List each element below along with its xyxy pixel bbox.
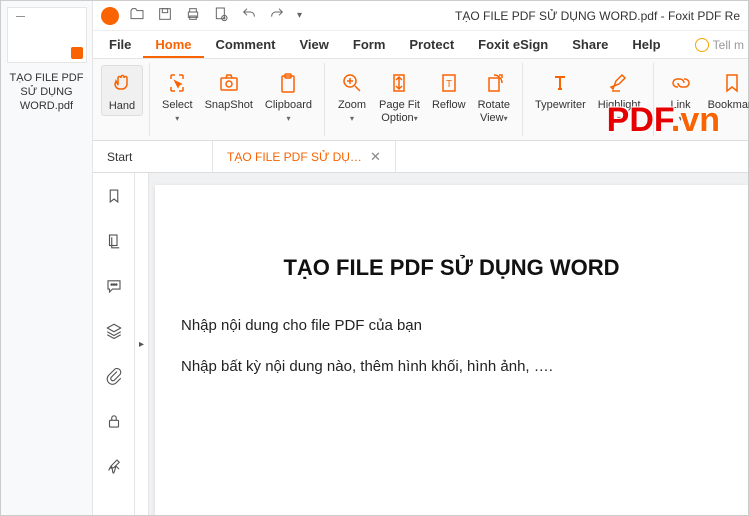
thumbnail-panel: ▬▬▬ TẠO FILE PDF SỬ DỤNG WORD.pdf	[1, 1, 93, 515]
undo-icon[interactable]	[241, 6, 257, 26]
rotate-view-button[interactable]: RotateView▾	[472, 65, 516, 127]
chevron-down-icon: ▾	[350, 114, 354, 123]
hand-label: Hand	[109, 100, 135, 113]
page-fit-icon	[387, 69, 411, 97]
hand-icon	[110, 70, 134, 98]
tab-start[interactable]: Start	[93, 141, 213, 172]
comments-icon[interactable]	[105, 277, 123, 300]
typewriter-icon	[548, 69, 572, 97]
snapshot-label: SnapShot	[205, 99, 253, 112]
window-title: TẠO FILE PDF SỬ DỤNG WORD.pdf - Foxit PD…	[455, 9, 740, 23]
pages-icon[interactable]	[105, 232, 123, 255]
menu-esign[interactable]: Foxit eSign	[466, 33, 560, 56]
menu-view[interactable]: View	[287, 33, 340, 56]
redo-icon[interactable]	[269, 6, 285, 26]
page-fit-label-2: Option	[381, 112, 413, 124]
rotate-label-2: View	[480, 112, 504, 124]
clipboard-button[interactable]: Clipboard ▾	[259, 65, 318, 127]
bookmark-label: Bookmark	[708, 99, 749, 112]
reflow-button[interactable]: T Reflow	[426, 65, 472, 114]
document-line-1: Nhập nội dung cho file PDF của bạn	[181, 317, 722, 334]
rotate-icon	[482, 69, 506, 97]
highlight-button[interactable]: Highlight ▾	[592, 65, 647, 127]
menu-bar: File Home Comment View Form Protect Foxi…	[93, 31, 748, 59]
zoom-label: Zoom	[338, 99, 366, 111]
rail-expand-button[interactable]: ▸	[135, 173, 149, 515]
highlight-label: Highlight	[598, 99, 641, 111]
menu-comment[interactable]: Comment	[204, 33, 288, 56]
menu-home[interactable]: Home	[143, 33, 203, 58]
document-thumbnail[interactable]: ▬▬▬	[7, 7, 87, 63]
ribbon: Hand Select ▾ SnapShot Clipboard ▾ Zoom ▾	[93, 59, 748, 141]
clipboard-icon	[276, 69, 300, 97]
chevron-down-icon: ▾	[679, 114, 683, 123]
title-bar: ▾ TẠO FILE PDF SỬ DỤNG WORD.pdf - Foxit …	[93, 1, 748, 31]
highlight-icon	[607, 69, 631, 97]
typewriter-button[interactable]: Typewriter	[529, 65, 592, 114]
save-icon[interactable]	[157, 6, 173, 26]
reflow-icon: T	[437, 69, 461, 97]
svg-text:T: T	[446, 79, 452, 90]
tab-document-label: TẠO FILE PDF SỬ DỤ…	[227, 150, 362, 164]
chevron-down-icon: ▾	[617, 114, 621, 123]
menu-file[interactable]: File	[97, 33, 143, 56]
select-icon	[165, 69, 189, 97]
bookmark-nav-icon	[720, 69, 744, 97]
chevron-down-icon: ▾	[504, 114, 508, 123]
tab-start-label: Start	[107, 150, 132, 164]
link-button[interactable]: Link ▾	[660, 65, 702, 127]
open-icon[interactable]	[129, 6, 145, 26]
snapshot-icon	[217, 69, 241, 97]
document-line-2: Nhập bất kỳ nội dung nào, thêm hình khối…	[181, 358, 722, 375]
link-label: Link	[670, 99, 690, 111]
tell-me-label: Tell m	[713, 38, 744, 52]
bulb-icon	[695, 38, 709, 52]
link-icon	[669, 69, 693, 97]
main-column: ▾ TẠO FILE PDF SỬ DỤNG WORD.pdf - Foxit …	[93, 1, 748, 515]
tell-me-search[interactable]: Tell m	[695, 38, 744, 52]
signatures-icon[interactable]	[105, 457, 123, 480]
bookmark-icon[interactable]	[105, 187, 123, 210]
add-page-icon[interactable]	[213, 6, 229, 26]
thumbnail-preview-text: ▬▬▬	[16, 14, 25, 18]
page-fit-label-1: Page Fit	[379, 99, 420, 111]
quick-access-toolbar: ▾	[129, 6, 302, 26]
rotate-label-1: Rotate	[478, 99, 510, 111]
thumbnail-label: TẠO FILE PDF SỬ DỤNG WORD.pdf	[7, 69, 86, 115]
page-viewport[interactable]: TẠO FILE PDF SỬ DỤNG WORD Nhập nội dung …	[149, 173, 748, 515]
toolbar-dropdown-icon[interactable]: ▾	[297, 10, 302, 21]
document-tab-row: Start TẠO FILE PDF SỬ DỤ… ✕	[93, 141, 748, 173]
close-icon[interactable]: ✕	[370, 149, 381, 165]
page: TẠO FILE PDF SỬ DỤNG WORD Nhập nội dung …	[155, 185, 748, 515]
snapshot-button[interactable]: SnapShot	[199, 65, 259, 114]
select-label: Select	[162, 99, 193, 111]
security-icon[interactable]	[105, 412, 123, 435]
menu-protect[interactable]: Protect	[397, 33, 466, 56]
select-button[interactable]: Select ▾	[156, 65, 199, 127]
bookmark-button[interactable]: Bookmark	[702, 65, 749, 114]
print-icon[interactable]	[185, 6, 201, 26]
navigation-rail	[93, 173, 135, 515]
clipboard-label: Clipboard	[265, 99, 312, 111]
tab-document[interactable]: TẠO FILE PDF SỬ DỤ… ✕	[213, 141, 396, 172]
hand-button[interactable]: Hand	[101, 65, 143, 116]
typewriter-label: Typewriter	[535, 99, 586, 112]
attachments-icon[interactable]	[105, 367, 123, 390]
foxit-logo-icon	[101, 7, 119, 25]
document-area: ▸ TẠO FILE PDF SỬ DỤNG WORD Nhập nội dun…	[93, 173, 748, 515]
chevron-down-icon: ▾	[286, 114, 290, 123]
foxit-badge-icon	[71, 47, 83, 59]
zoom-icon	[340, 69, 364, 97]
layers-icon[interactable]	[105, 322, 123, 345]
chevron-down-icon: ▾	[175, 114, 179, 123]
reflow-label: Reflow	[432, 99, 466, 112]
page-fit-button[interactable]: Page FitOption▾	[373, 65, 426, 127]
document-title: TẠO FILE PDF SỬ DỤNG WORD	[181, 255, 722, 281]
menu-help[interactable]: Help	[620, 33, 672, 56]
zoom-button[interactable]: Zoom ▾	[331, 65, 373, 127]
menu-share[interactable]: Share	[560, 33, 620, 56]
chevron-down-icon: ▾	[414, 114, 418, 123]
menu-form[interactable]: Form	[341, 33, 398, 56]
